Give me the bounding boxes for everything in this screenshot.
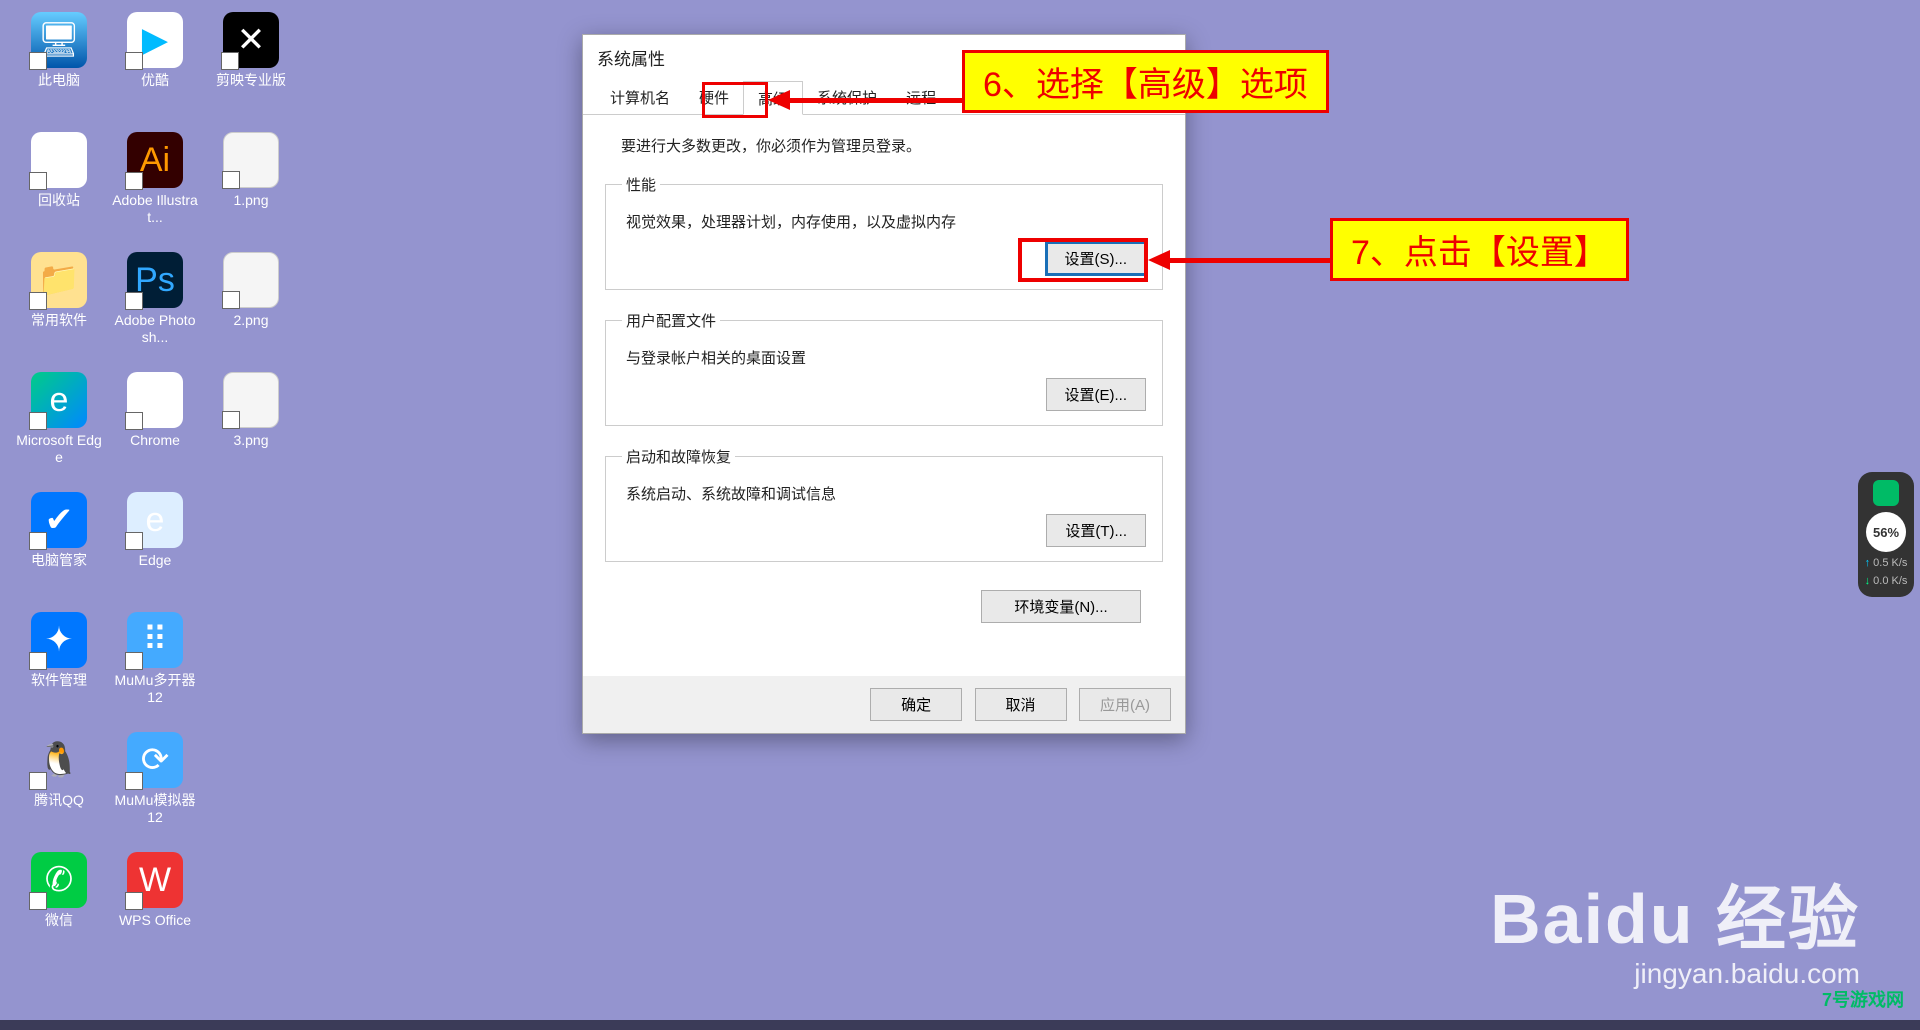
desktop-icon-image: Ai	[127, 132, 183, 188]
group-user-profile-legend: 用户配置文件	[622, 310, 720, 331]
desktop-icon-image: ▶	[127, 12, 183, 68]
desktop-icon-label: Edge	[139, 552, 172, 569]
desktop-icon-11[interactable]: 3.png	[204, 368, 298, 484]
desktop-icon-label: 2.png	[233, 312, 268, 329]
group-performance: 性能 视觉效果，处理器计划，内存使用，以及虚拟内存 设置(S)...	[605, 174, 1163, 290]
user-profile-settings-button[interactable]: 设置(E)...	[1046, 378, 1147, 411]
desktop-icon-image: ⟳	[127, 732, 183, 788]
desktop-icon-label: 回收站	[38, 192, 80, 209]
group-performance-desc: 视觉效果，处理器计划，内存使用，以及虚拟内存	[626, 211, 1146, 232]
shield-icon	[1873, 480, 1899, 506]
system-monitor-widget[interactable]: 56% 0.5 K/s 0.0 K/s	[1858, 472, 1914, 597]
desktop-icon-label: 剪映专业版	[216, 72, 286, 89]
desktop-icon-label: 软件管理	[31, 672, 87, 689]
desktop-icon-label: 微信	[45, 912, 73, 929]
desktop-icon-label: WPS Office	[119, 912, 191, 929]
net-upload: 0.5 K/s	[1858, 556, 1914, 570]
desktop-icon-image: ⠿	[127, 612, 183, 668]
desktop-icon-9[interactable]: e Microsoft Edge	[12, 368, 106, 484]
desktop-icon-8[interactable]: 2.png	[204, 248, 298, 364]
cpu-percent: 56%	[1866, 512, 1906, 552]
desktop-icon-image: Ps	[127, 252, 183, 308]
tab-4[interactable]: 远程	[891, 80, 951, 114]
desktop-icon-image	[223, 132, 279, 188]
desktop-icon-label: MuMu模拟器12	[112, 792, 198, 826]
cancel-button[interactable]: 取消	[975, 688, 1067, 721]
ok-button[interactable]: 确定	[870, 688, 962, 721]
callout-step-7: 7、点击【设置】	[1330, 218, 1629, 281]
desktop-icon-label: Microsoft Edge	[16, 432, 102, 466]
performance-settings-button[interactable]: 设置(S)...	[1046, 242, 1147, 275]
desktop-icon-12[interactable]: ✔ 电脑管家	[12, 488, 106, 604]
desktop-icon-10[interactable]: ◉ Chrome	[108, 368, 202, 484]
desktop-icon-15[interactable]: ✦ 软件管理	[12, 608, 106, 724]
startup-settings-button[interactable]: 设置(T)...	[1046, 514, 1146, 547]
desktop-icon-label: 常用软件	[31, 312, 87, 329]
group-startup-legend: 启动和故障恢复	[622, 446, 735, 467]
group-startup-recovery: 启动和故障恢复 系统启动、系统故障和调试信息 设置(T)...	[605, 446, 1163, 562]
tab-3[interactable]: 系统保护	[802, 80, 892, 114]
tab-0[interactable]: 计算机名	[595, 80, 685, 114]
group-performance-legend: 性能	[622, 174, 660, 195]
desktop-icon-1[interactable]: ▶ 优酷	[108, 8, 202, 124]
desktop-icon-label: Adobe Illustrat...	[112, 192, 198, 226]
group-startup-desc: 系统启动、系统故障和调试信息	[626, 483, 1146, 504]
dialog-footer: 确定 取消 应用(A)	[583, 676, 1185, 733]
environment-variables-button[interactable]: 环境变量(N)...	[981, 590, 1141, 623]
desktop-icon-19[interactable]: ⟳ MuMu模拟器12	[108, 728, 202, 844]
desktop-icon-6[interactable]: 📁 常用软件	[12, 248, 106, 364]
desktop-icon-image: ✆	[31, 852, 87, 908]
desktop-icon-label: 3.png	[233, 432, 268, 449]
tab-1[interactable]: 硬件	[684, 80, 744, 114]
desktop-icon-4[interactable]: Ai Adobe Illustrat...	[108, 128, 202, 244]
desktop-icon-image: ✕	[223, 12, 279, 68]
desktop-icon-13[interactable]: e Edge	[108, 488, 202, 604]
desktop-icon-label: MuMu多开器12	[112, 672, 198, 706]
system-properties-dialog: 系统属性 计算机名硬件高级系统保护远程 要进行大多数更改，你必须作为管理员登录。…	[582, 34, 1186, 734]
desktop-icon-image: W	[127, 852, 183, 908]
desktop-icon-label: 优酷	[141, 72, 169, 89]
desktop-icon-image: e	[31, 372, 87, 428]
net-download: 0.0 K/s	[1858, 574, 1914, 588]
desktop-icon-label: Chrome	[130, 432, 180, 449]
desktop-icon-label: 此电脑	[38, 72, 80, 89]
callout-step-6: 6、选择【高级】选项	[962, 50, 1329, 113]
desktop-icon-18[interactable]: 🐧 腾讯QQ	[12, 728, 106, 844]
group-user-profile: 用户配置文件 与登录帐户相关的桌面设置 设置(E)...	[605, 310, 1163, 426]
taskbar[interactable]	[0, 1020, 1920, 1030]
desktop-icon-label: Adobe Photosh...	[112, 312, 198, 346]
desktop-icon-image	[223, 372, 279, 428]
desktop-icon-22[interactable]: W WPS Office	[108, 848, 202, 964]
desktop-icon-21[interactable]: ✆ 微信	[12, 848, 106, 964]
watermark-baidu: Baidu 经验 jingyan.baidu.com	[1490, 863, 1860, 990]
desktop-icon-label: 腾讯QQ	[34, 792, 84, 809]
desktop-icon-image: 🐧	[31, 732, 87, 788]
desktop-icon-5[interactable]: 1.png	[204, 128, 298, 244]
desktop-icon-2[interactable]: ✕ 剪映专业版	[204, 8, 298, 124]
desktop-icon-image: ◉	[127, 372, 183, 428]
desktop-icon-image: ✔	[31, 492, 87, 548]
desktop-icon-image: e	[127, 492, 183, 548]
admin-note: 要进行大多数更改，你必须作为管理员登录。	[621, 135, 1163, 156]
desktop-icons-grid: 🖥 此电脑 ▶ 优酷 ✕ 剪映专业版 🗑 回收站 Ai Adobe Illustrat... 1.p…	[12, 8, 298, 964]
desktop-icon-image	[223, 252, 279, 308]
tab-advanced-content: 要进行大多数更改，你必须作为管理员登录。 性能 视觉效果，处理器计划，内存使用，…	[583, 115, 1185, 635]
desktop-icon-image: 🗑	[31, 132, 87, 188]
desktop-icon-image: ✦	[31, 612, 87, 668]
corner-watermark: 7号游戏网	[1822, 986, 1904, 1012]
desktop-icon-7[interactable]: Ps Adobe Photosh...	[108, 248, 202, 364]
desktop-icon-image: 🖥	[31, 12, 87, 68]
watermark-text-1: Baidu 经验	[1490, 863, 1860, 964]
desktop-icon-16[interactable]: ⠿ MuMu多开器12	[108, 608, 202, 724]
tab-2[interactable]: 高级	[743, 81, 803, 115]
desktop-icon-0[interactable]: 🖥 此电脑	[12, 8, 106, 124]
group-user-profile-desc: 与登录帐户相关的桌面设置	[626, 347, 1146, 368]
desktop-icon-label: 电脑管家	[31, 552, 87, 569]
desktop-icon-3[interactable]: 🗑 回收站	[12, 128, 106, 244]
desktop-icon-image: 📁	[31, 252, 87, 308]
desktop-icon-label: 1.png	[233, 192, 268, 209]
apply-button[interactable]: 应用(A)	[1079, 688, 1171, 721]
